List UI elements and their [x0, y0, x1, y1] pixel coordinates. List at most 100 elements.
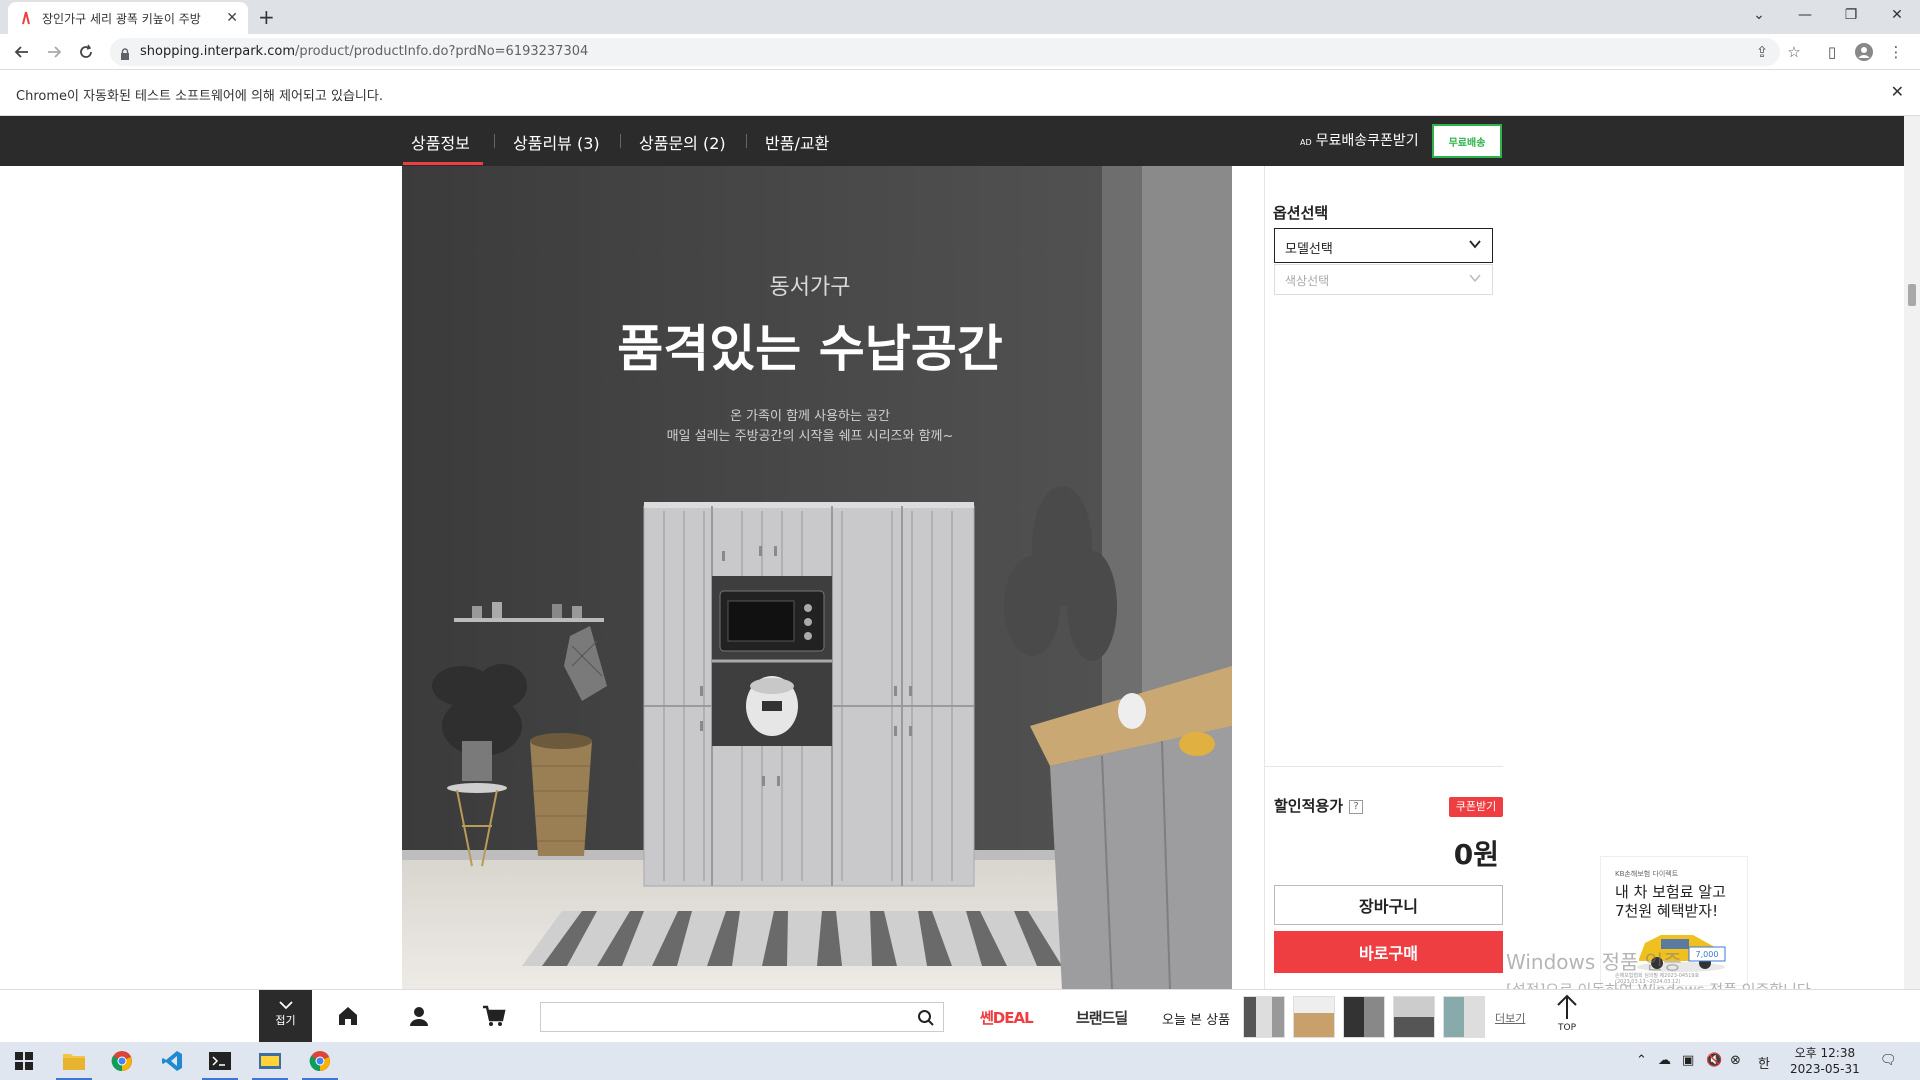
chrome-active-icon[interactable] [296, 1042, 344, 1080]
interpark-favicon-icon [18, 10, 34, 26]
browser-tab[interactable]: 장인가구 세리 광폭 키높이 주방 ✕ [8, 2, 248, 34]
tab-product-info[interactable]: 상품정보 [411, 130, 470, 154]
nav-divider [620, 134, 621, 148]
bottom-quick-bar: 접기 쎈DEAL 브랜드딜 오늘 본 상품 더보기 TOP [0, 989, 1920, 1043]
chevron-down-icon [278, 1001, 293, 1010]
option-title: 옵션선택 [1273, 204, 1329, 222]
help-icon[interactable]: ? [1349, 799, 1364, 814]
reload-icon[interactable] [74, 40, 98, 64]
scrollbar-thumb[interactable] [1908, 284, 1916, 306]
tray-chevron-up-icon[interactable]: ⌃ [1636, 1053, 1647, 1068]
tab-reviews[interactable]: 상품리뷰 (3) [513, 130, 600, 154]
minimize-icon[interactable]: — [1782, 0, 1828, 30]
color-select[interactable]: 색상선택 [1274, 264, 1493, 295]
product-subline-2: 매일 설레는 주방공간의 시작을 쉐프 시리즈와 함께~ [667, 429, 954, 444]
active-tab-indicator [403, 162, 483, 165]
profile-icon[interactable] [1854, 42, 1874, 62]
python-app-icon[interactable] [246, 1042, 294, 1080]
scroll-top-button[interactable]: TOP [1550, 994, 1584, 1033]
recent-product-thumb[interactable] [1443, 996, 1485, 1038]
onedrive-icon[interactable]: ☁ [1658, 1053, 1671, 1068]
chrome-tab-strip: 장인가구 세리 광폭 키높이 주방 ✕ + ⌄ — ❐ ✕ [0, 0, 1920, 34]
nav-divider [746, 134, 747, 148]
ad-brand: KB손해보험 다이렉트 [1615, 870, 1679, 878]
page-content: 상품정보 상품리뷰 (3) 상품문의 (2) 반품/교환 AD 무료배송쿠폰받기 … [0, 116, 1920, 989]
more-link[interactable]: 더보기 [1495, 1010, 1525, 1026]
infobar-message: Chrome이 자동화된 테스트 소프트웨어에 의해 제어되고 있습니다. [16, 89, 383, 104]
bookmark-star-icon[interactable]: ☆ [1784, 42, 1804, 62]
lock-icon [120, 45, 130, 60]
windows-taskbar: ⌃ ☁ ▣ 🔇 ⊗ 한 오후 12:38 2023-05-31 🗨 [0, 1042, 1920, 1080]
color-select-label: 색상선택 [1285, 274, 1330, 288]
add-to-cart-button[interactable]: 장바구니 [1274, 885, 1503, 925]
product-image: 동서가구 품격있는 수납공간 온 가족이 함께 사용하는 공간 매일 설레는 주… [402, 166, 1232, 989]
model-select-label: 모델선택 [1285, 242, 1333, 257]
price-block: 할인적용가? 쿠폰받기 0원 장바구니 바로구매 [1265, 766, 1503, 973]
side-panel-icon[interactable]: ▯ [1822, 42, 1842, 62]
windows-start-icon[interactable] [0, 1042, 48, 1080]
tab-title: 장인가구 세리 광폭 키높이 주방 [42, 11, 201, 26]
tab-questions[interactable]: 상품문의 (2) [639, 130, 726, 154]
recent-product-thumb[interactable] [1243, 996, 1285, 1038]
search-input[interactable] [540, 1002, 944, 1032]
model-select[interactable]: 모델선택 [1274, 228, 1493, 263]
page-scrollbar[interactable] [1904, 116, 1920, 989]
top-label: TOP [1557, 1023, 1576, 1033]
window-close-icon[interactable]: ✕ [1874, 0, 1920, 30]
vscode-icon[interactable] [148, 1042, 196, 1080]
brand-logo: 동서가구 [770, 275, 851, 300]
clock-date: 2023-05-31 [1790, 1062, 1860, 1076]
windows-activation-watermark: Windows 정품 인증 [설정]으로 이동하여 Windows 정품 인증합… [1506, 950, 1816, 989]
free-shipping-badge[interactable]: 무료배송 [1432, 124, 1502, 158]
my-page-icon[interactable] [407, 1004, 433, 1030]
recent-product-thumb[interactable] [1293, 996, 1335, 1038]
new-tab-icon[interactable]: + [258, 5, 275, 29]
automation-infobar: Chrome이 자동화된 테스트 소프트웨어에 의해 제어되고 있습니다. ✕ [0, 70, 1920, 116]
search-icon[interactable] [917, 1009, 935, 1027]
fold-label: 접기 [275, 1014, 296, 1027]
recently-viewed-label: 오늘 본 상품 [1162, 1013, 1231, 1028]
address-bar[interactable]: shopping.interpark.com/product/productIn… [110, 38, 1780, 66]
ad-headline: 내 차 보험료 알고 7천원 혜택받자! [1615, 883, 1726, 920]
option-panel: 옵션선택 모델선택 색상선택 할인적용가? 쿠폰받기 0원 장바구니 바로구매 [1264, 166, 1503, 989]
discount-price-label: 할인적용가? [1274, 795, 1364, 816]
share-icon[interactable]: ⇪ [1752, 42, 1772, 62]
notification-icon[interactable]: 🗨 [1880, 1053, 1897, 1068]
arrow-up-icon [1557, 994, 1577, 1019]
ime-indicator[interactable]: 한 [1758, 1053, 1770, 1072]
url-text: shopping.interpark.com/product/productIn… [140, 44, 589, 59]
tab-return-exchange[interactable]: 반품/교환 [765, 130, 829, 154]
fold-button[interactable]: 접기 [259, 990, 312, 1043]
product-tab-nav: 상품정보 상품리뷰 (3) 상품문의 (2) 반품/교환 AD 무료배송쿠폰받기 … [0, 116, 1904, 166]
home-icon[interactable] [336, 1004, 362, 1030]
chevron-down-icon [1468, 271, 1482, 288]
tab-close-icon[interactable]: ✕ [226, 10, 238, 26]
brand-deal-logo[interactable]: 브랜드딜 [1076, 1007, 1128, 1028]
menu-kebab-icon[interactable]: ⋮ [1886, 42, 1906, 62]
cart-icon[interactable] [482, 1004, 508, 1030]
product-headline: 품격있는 수납공간 [617, 320, 1002, 378]
infobar-close-icon[interactable]: ✕ [1891, 82, 1904, 101]
clock-time: 오후 12:38 [1794, 1046, 1856, 1060]
chrome-icon[interactable] [98, 1042, 146, 1080]
get-coupon-button[interactable]: 쿠폰받기 [1449, 797, 1503, 817]
recent-product-thumb[interactable] [1393, 996, 1435, 1038]
status-x-icon[interactable]: ⊗ [1730, 1053, 1741, 1068]
tab-search-icon[interactable]: ⌄ [1736, 0, 1782, 30]
recent-product-thumb[interactable] [1343, 996, 1385, 1038]
terminal-icon[interactable] [196, 1042, 244, 1080]
restore-icon[interactable]: ❐ [1828, 0, 1874, 30]
nav-divider [494, 134, 495, 148]
forward-icon[interactable] [42, 40, 66, 64]
file-explorer-icon[interactable] [50, 1042, 98, 1080]
sale-price: 0원 [1453, 838, 1499, 871]
ssen-deal-logo[interactable]: 쎈DEAL [980, 1007, 1034, 1028]
network-icon[interactable]: ▣ [1682, 1053, 1694, 1068]
product-subline-1: 온 가족이 함께 사용하는 공간 [730, 409, 890, 424]
buy-now-button[interactable]: 바로구매 [1274, 931, 1503, 973]
chevron-down-icon [1468, 237, 1482, 255]
volume-muted-icon[interactable]: 🔇 [1706, 1053, 1722, 1068]
back-icon[interactable] [10, 40, 34, 64]
system-clock[interactable]: 오후 12:38 2023-05-31 [1790, 1045, 1860, 1077]
free-shipping-coupon-link[interactable]: AD 무료배송쿠폰받기 [1300, 130, 1419, 150]
